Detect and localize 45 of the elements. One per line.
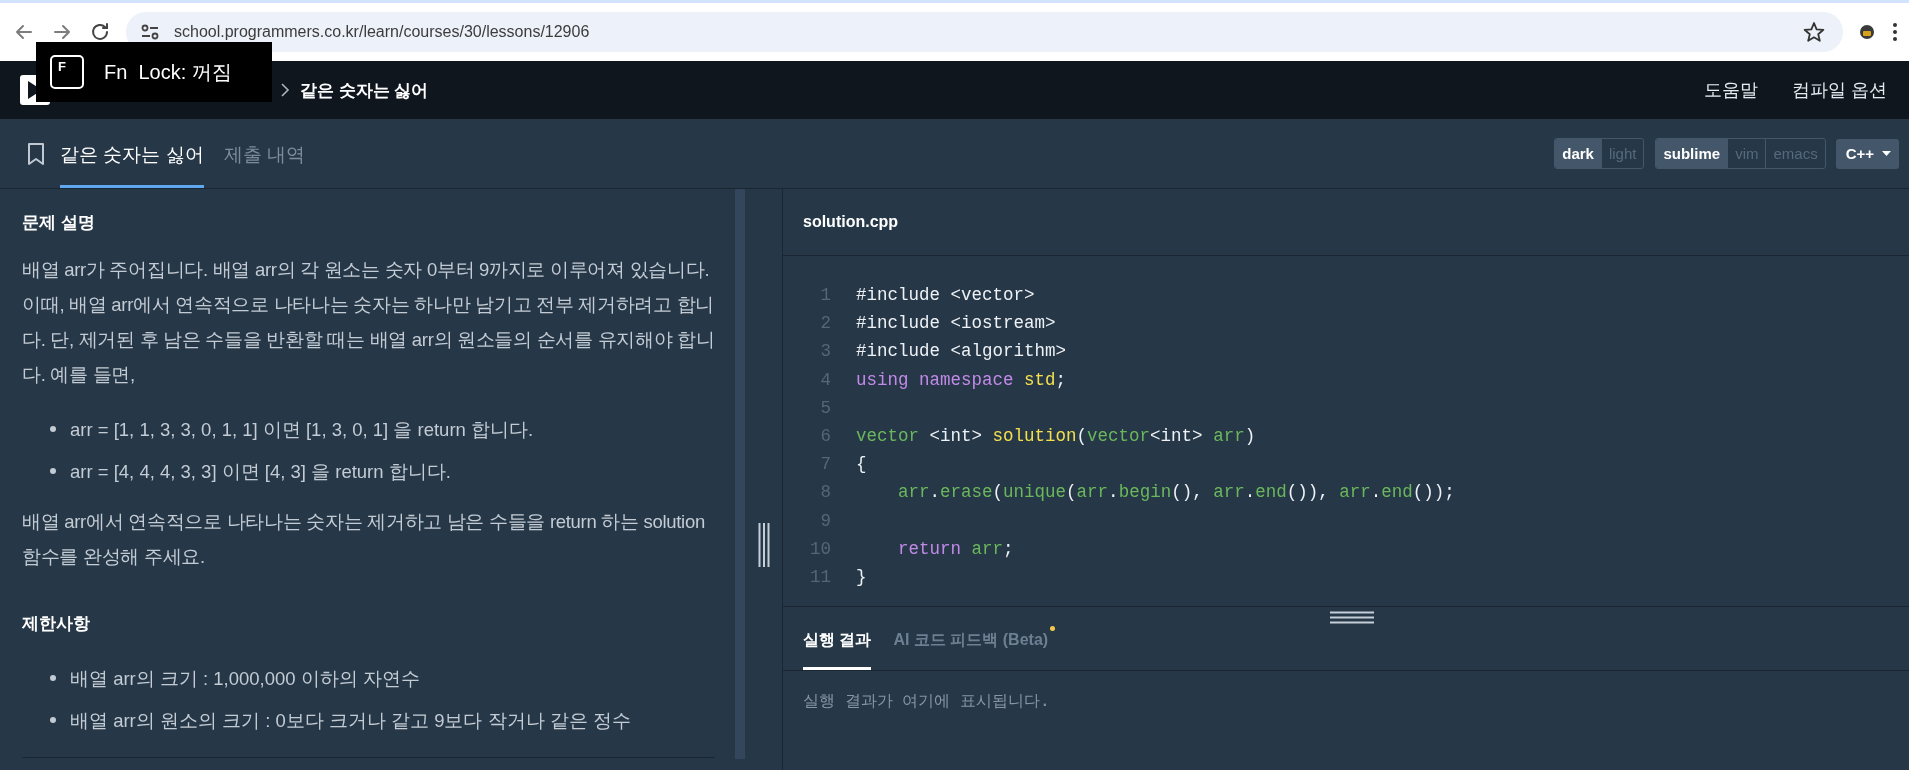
paragraph: 배열 arr가 주어집니다. 배열 arr의 각 원소는 숫자 0부터 9까지로 이루어져 있습니다. 이때, 배열 arr에서 연속적으로 나타나는 숫자는 하나만 남기고 전부 제거하려고 합니다. 단, 제거된 후 남은 수들을 반환할 때는 배열 arr의 원소들의 순서를 유지해야 합니다. 예를 들면, [22,258,715,387]
code-line: } [856,566,867,587]
tab[interactable]: 실행 결과 [803,607,872,670]
bookmark-icon[interactable] [26,141,46,166]
nav-link[interactable]: 도움말 [1680,78,1758,102]
site-info-icon[interactable] [140,22,160,42]
list-item: 배열 arr의 원소의 크기 : 0보다 크거나 같고 9보다 작거나 같은 정수 [70,708,631,733]
extension-icon[interactable] [1857,22,1877,42]
address-bar[interactable]: school.programmers.co.kr/learn/courses/30/lessons/12906 [126,12,1843,52]
section-heading: 문제 설명 [22,212,96,234]
bullet-icon [50,426,56,432]
file-name: solution.cpp [803,213,899,231]
bullet-icon [50,717,56,723]
list-item: arr = [4, 4, 4, 3, 3] 이면 [4, 3] 을 return 합니다. [70,459,451,484]
toggle-option[interactable]: dark [1555,139,1601,168]
chevron-icon [280,82,290,98]
resize-handle[interactable] [1330,611,1374,624]
more-menu-icon[interactable] [1891,21,1899,43]
section-heading: 제한사항 [22,613,91,635]
star-icon[interactable] [1803,21,1825,43]
code-line: vector <int> solution(vector<int> arr) [856,426,1256,447]
code-line: #include <vector> [856,285,1035,306]
toggle-option[interactable]: sublime [1656,139,1728,168]
code-line: return arr; [897,538,1014,559]
tab[interactable]: 제출 내역 [223,119,305,188]
code-line: { [856,454,867,475]
list-item: 배열 arr의 크기 : 1,000,000 이하의 자연수 [70,666,420,691]
breadcrumb-item[interactable]: 같은 숫자는 싫어 [300,78,429,102]
code-line: using namespace std; [856,369,1067,390]
code-line: #include <iostream> [856,313,1056,334]
scrollbar[interactable] [735,189,745,759]
url-text: school.programmers.co.kr/learn/courses/30/lessons/12906 [174,23,591,41]
resize-handle[interactable] [757,523,770,567]
fn-lock-toast-text: Fn Lock: 꺼짐 [104,59,232,85]
list-item: arr = [1, 1, 3, 3, 0, 1, 1] 이면 [1, 3, 0, 1] 을 return 합니다. [70,417,534,442]
code-line: #include <algorithm> [856,341,1067,362]
code-line: arr.erase(unique(arr.begin(), arr.end()), arr.end()); [897,482,1455,503]
language-dropdown[interactable]: C++ [1835,138,1899,169]
caret-icon [1882,151,1891,156]
key-icon: F [50,55,84,89]
nav-link[interactable]: 컴파일 옵션 [1768,78,1887,102]
bullet-icon [50,675,56,681]
paragraph: 배열 arr에서 연속적으로 나타나는 숫자는 제거하고 남은 수들을 return 하는 solution 함수를 완성해 주세요. [22,510,706,569]
bullet-icon [50,468,56,474]
output-field: 실행 결과가 여기에 표시됩니다. [783,671,1909,770]
